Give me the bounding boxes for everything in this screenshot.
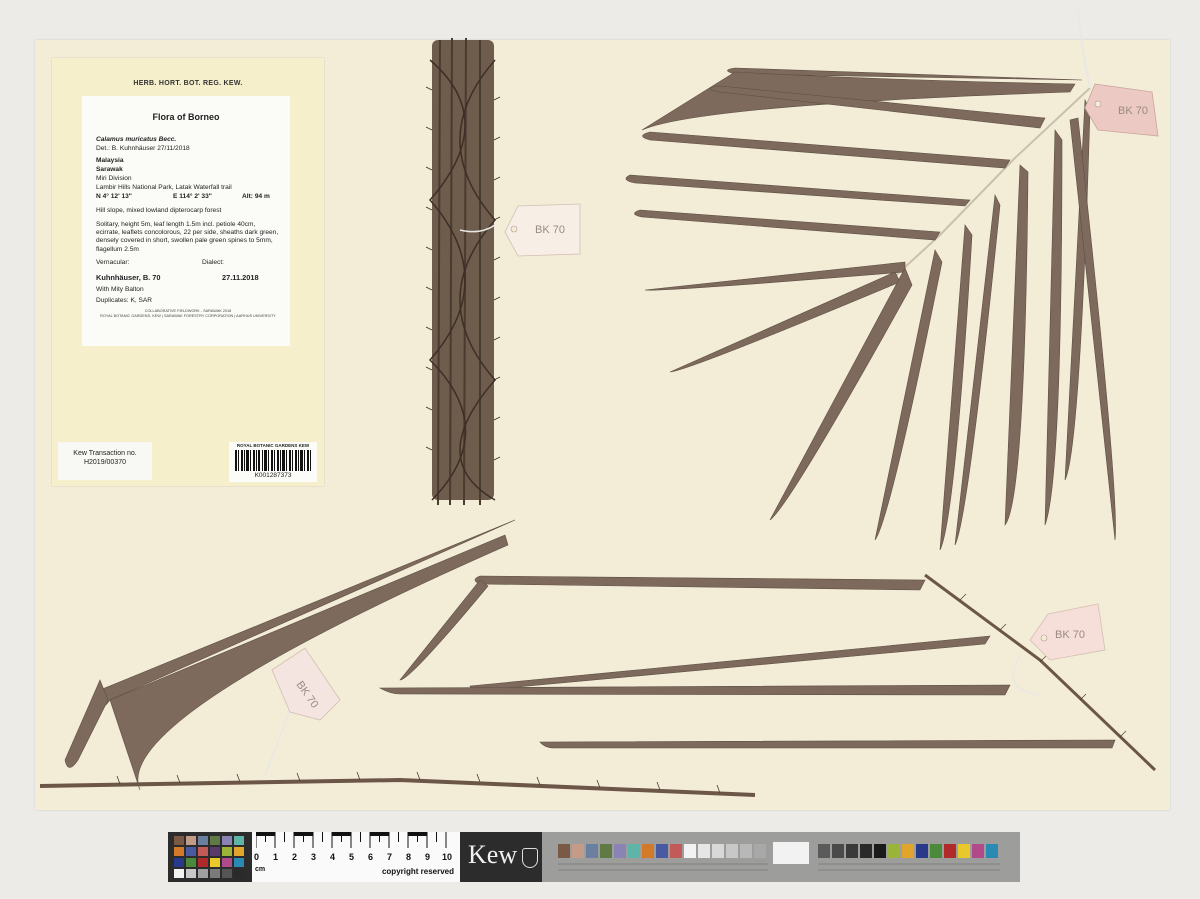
rachis-lower (39, 777, 756, 797)
central-stem (425, 37, 501, 506)
state: Sarawak (96, 166, 123, 173)
barcode-label: ROYAL BOTANIC GARDENS KEW K001287373 (229, 442, 317, 482)
tag-lower-right-text: BK 70 (1055, 629, 1085, 641)
collection-label: Flora of Borneo Calamus muricatus Becc. … (82, 96, 290, 346)
specimen-envelope: HERB. HORT. BOT. REG. KEW. Flora of Born… (52, 58, 324, 486)
companion: With Mity Balton (96, 286, 144, 293)
color-scale-bar: 0 1 2 3 4 5 6 7 8 9 10 cm copyright rese… (168, 832, 1020, 882)
color-chart-left (174, 836, 244, 878)
dialect: Dialect: (202, 259, 224, 266)
ruler-label-5: 5 (349, 852, 355, 862)
herbarium-header: HERB. HORT. BOT. REG. KEW. (133, 80, 243, 87)
ruler-label-10: 10 (442, 852, 453, 862)
ruler-label-1: 1 (273, 852, 279, 862)
barcode-bars (235, 450, 311, 471)
species-name: Calamus muricatus Becc. (96, 136, 177, 143)
ruler: 0 1 2 3 4 5 6 7 8 9 10 cm copyright rese… (252, 832, 460, 882)
ruler-label-0: 0 (254, 852, 260, 862)
kew-logo-text: Kew (468, 840, 518, 869)
tag-stem-text: BK 70 (535, 224, 565, 236)
transaction-title: Kew Transaction no. (73, 450, 137, 457)
color-target-panel (542, 832, 1020, 882)
longitude: E 114° 2' 33" (173, 193, 212, 200)
transaction-label: Kew Transaction no. H2019/00370 (58, 442, 152, 480)
copyright-notice: copyright reserved (381, 867, 454, 876)
division: Miri Division (96, 175, 132, 182)
determiner: Det.: B. Kuhnhäuser 27/11/2018 (96, 145, 190, 152)
ruler-label-6: 6 (368, 852, 374, 862)
tag-upper-right-text: BK 70 (1118, 105, 1148, 117)
latitude: N 4° 12' 13" (96, 193, 132, 200)
ruler-label-2: 2 (292, 852, 298, 862)
crest-icon (522, 848, 538, 868)
altitude: Alt: 94 m (242, 193, 270, 200)
barcode-title: ROYAL BOTANIC GARDENS KEW (236, 443, 310, 448)
ruler-label-7: 7 (387, 852, 393, 862)
kew-logo: Kew (464, 838, 542, 876)
description: Solitary, height 5m, leaf length 1.5m in… (96, 221, 279, 253)
habitat: Hill slope, mixed lowland dipterocarp fo… (96, 207, 222, 214)
duplicates: Duplicates: K, SAR (96, 297, 153, 304)
vernacular: Vernacular: (96, 259, 130, 266)
transaction-number: H2019/00370 (83, 459, 127, 467)
color-target-swatches (558, 842, 1000, 871)
ruler-label-8: 8 (406, 852, 412, 862)
leaflets-lower-left (64, 519, 516, 791)
locality: Lambir Hills National Park, Latak Waterf… (96, 184, 232, 191)
flora-title: Flora of Borneo (152, 112, 220, 122)
leaflets-upper (625, 67, 1116, 551)
collection-date: 27.11.2018 (222, 273, 259, 282)
ruler-label-9: 9 (425, 852, 431, 862)
country: Malaysia (96, 157, 124, 164)
footer-institutions: ROYAL BOTANIC GARDENS, KEW | SARAWAK FOR… (100, 314, 276, 318)
barcode-id: K001287373 (254, 472, 292, 479)
ruler-label-3: 3 (311, 852, 317, 862)
ruler-ticks (256, 832, 447, 848)
leaflets-lower-right (378, 575, 1116, 749)
collector: Kuhnhäuser, B. 70 (96, 273, 161, 282)
ruler-label-4: 4 (330, 852, 336, 862)
